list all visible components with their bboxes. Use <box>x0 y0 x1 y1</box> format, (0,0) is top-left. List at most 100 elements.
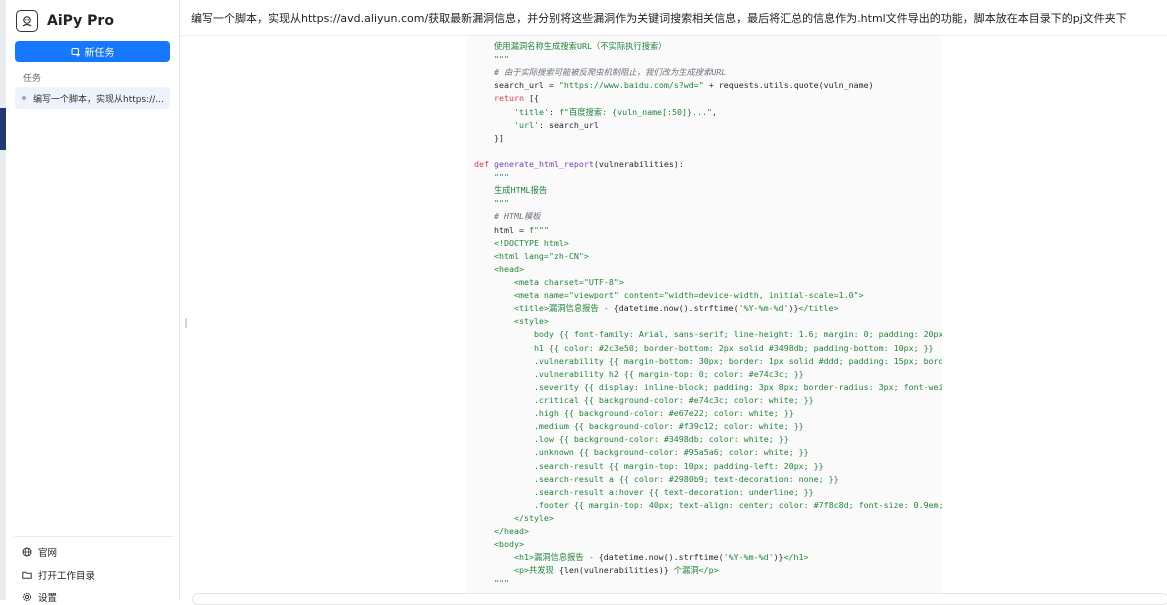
code-line: return [{ <box>474 92 942 105</box>
code-token: {datetime.now().strftime( <box>613 303 739 314</box>
code-line: .severity {{ display: inline-block; padd… <box>474 381 942 394</box>
code-line: <head> <box>474 263 942 276</box>
code-token: <h1>漏洞信息报告 - <box>474 552 599 563</box>
code-token: {len(vulnerabilities)} <box>558 565 669 576</box>
resize-handle[interactable] <box>185 318 187 328</box>
code-line: .vulnerability h2 {{ margin-top: 0; colo… <box>474 368 942 381</box>
code-line: <body> <box>474 538 942 551</box>
code-line: <html lang="zh-CN"> <box>474 250 942 263</box>
code-line: """ <box>474 577 942 590</box>
settings-link[interactable]: 设置 <box>22 590 57 604</box>
code-token: .unknown {{ background-color: #95a5a6; c… <box>474 447 809 458</box>
code-token: <html lang="zh-CN"> <box>474 250 589 261</box>
code-token: .vulnerability {{ margin-bottom: 30px; b… <box>474 355 942 366</box>
code-token: .low {{ background-color: #3498db; color… <box>474 434 789 445</box>
code-token: search_url = <box>474 80 559 91</box>
code-token: <meta name="viewport" content="width=dev… <box>474 290 864 301</box>
code-token: """ <box>474 54 509 65</box>
code-token: .severity {{ display: inline-block; padd… <box>474 381 942 392</box>
website-link-label: 官网 <box>38 548 58 559</box>
code-token: body {{ font-family: Arial, sans-serif; … <box>474 329 942 340</box>
code-line: """ <box>474 197 942 210</box>
brand: AiPy Pro <box>16 10 114 32</box>
code-line: html = f""" <box>474 224 942 237</box>
code-line: <meta name="viewport" content="width=dev… <box>474 289 942 302</box>
code-token: 生成HTML报告 <box>474 185 548 196</box>
code-token: .high {{ background-color: #e67e22; colo… <box>474 408 794 419</box>
code-line: .search-result {{ margin-top: 10px; padd… <box>474 460 942 473</box>
code-line: .medium {{ background-color: #f39c12; co… <box>474 420 942 433</box>
folder-icon <box>22 571 32 579</box>
code-token: """ <box>474 172 509 183</box>
code-token: <head> <box>474 263 524 274</box>
code-line: <meta charset="UTF-8"> <box>474 276 942 289</box>
new-task-button[interactable]: 新任务 <box>15 41 170 62</box>
code-line: h1 {{ color: #2c3e50; border-bottom: 2px… <box>474 342 942 355</box>
code-token: , <box>712 106 718 117</box>
code-line: .high {{ background-color: #e67e22; colo… <box>474 407 942 420</box>
task-list-item[interactable]: 编写一个脚本，实现从https://... <box>15 87 170 109</box>
code-line: }] <box>474 132 942 145</box>
code-token: (vulnerabilities): <box>593 158 684 169</box>
tasks-section-label: 任务 <box>23 74 42 84</box>
code-token: .vulnerability h2 {{ margin-top: 0; colo… <box>474 368 804 379</box>
new-task-label: 新任务 <box>84 48 115 59</box>
gear-icon <box>22 592 32 602</box>
code-line: .low {{ background-color: #3498db; color… <box>474 433 942 446</box>
code-token: 'url' <box>513 119 539 130</box>
robot-logo-icon <box>16 10 38 32</box>
code-token: # 由于实际搜索可能被反爬虫机制阻止，我们改为生成搜索URL <box>474 67 727 78</box>
code-token: """ <box>474 578 509 589</box>
code-token: </h1> <box>783 552 809 563</box>
code-token: 使用漏洞名称生成搜索URL（不实际执行搜索） <box>474 41 667 51</box>
code-line: <p>共发现 {len(vulnerabilities)} 个漏洞</p> <box>474 564 942 577</box>
divider <box>14 536 174 537</box>
task-dot-icon <box>22 96 26 100</box>
code-token: <p>共发现 <box>474 565 559 576</box>
code-line: 生成HTML报告 <box>474 184 942 197</box>
code-line: .search-result a:hover {{ text-decoratio… <box>474 486 942 499</box>
settings-label: 设置 <box>38 593 58 604</box>
app-title: AiPy Pro <box>47 13 114 29</box>
code-token: : <box>548 106 559 117</box>
code-token: def <box>474 158 489 169</box>
code-token: .search-result a:hover {{ text-decoratio… <box>474 486 814 497</box>
conversation-header: 编写一个脚本，实现从https://avd.aliyun.com/获取最新漏洞信… <box>180 0 1167 36</box>
code-token: f"百度搜索: {vuln_name[:50]}..." <box>558 106 713 117</box>
website-link[interactable]: 官网 <box>22 545 57 559</box>
globe-icon <box>22 547 32 557</box>
code-token: }] <box>474 132 504 143</box>
code-line: 使用漏洞名称生成搜索URL（不实际执行搜索） <box>474 40 942 53</box>
code-line: <h1>漏洞信息报告 - {datetime.now().strftime('%… <box>474 551 942 564</box>
message-input[interactable] <box>192 593 1167 605</box>
sidebar: AiPy Pro 新任务 任务 编写一个脚本，实现从https://... 官网… <box>6 0 180 604</box>
code-token: [{ <box>523 93 539 104</box>
code-token: html = <box>474 224 529 235</box>
code-token: <!DOCTYPE html> <box>474 237 569 248</box>
code-token: <body> <box>474 539 524 550</box>
code-line: .vulnerability {{ margin-bottom: 30px; b… <box>474 355 942 368</box>
open-workdir-link[interactable]: 打开工作目录 <box>22 568 95 582</box>
code-token: </head> <box>474 526 529 537</box>
code-token: + requests.utils.quote(vuln_name) <box>703 80 874 91</box>
code-line: .unknown {{ background-color: #95a5a6; c… <box>474 446 942 459</box>
code-line: .search-result a {{ color: #2980b9; text… <box>474 473 942 486</box>
task-label: 编写一个脚本，实现从https://... <box>33 94 164 105</box>
code-line: # 由于实际搜索可能被反爬虫机制阻止，我们改为生成搜索URL <box>474 66 942 79</box>
code-line: </style> <box>474 512 942 525</box>
code-line: 'url': search_url <box>474 119 942 132</box>
code-token: return <box>493 93 524 104</box>
code-line: .footer {{ margin-top: 40px; text-align:… <box>474 499 942 512</box>
new-chat-icon <box>70 47 80 56</box>
code-token: .search-result {{ margin-top: 10px; padd… <box>474 460 824 471</box>
code-token: {datetime.now().strftime( <box>598 552 724 563</box>
code-line: """ <box>474 171 942 184</box>
code-token: <meta charset="UTF-8"> <box>474 276 624 287</box>
code-line: <style> <box>474 315 942 328</box>
code-token: </style> <box>474 512 554 523</box>
code-token: .critical {{ background-color: #e74c3c; … <box>474 394 814 405</box>
code-token: )} <box>788 303 799 314</box>
code-token: h1 {{ color: #2c3e50; border-bottom: 2px… <box>474 342 934 353</box>
